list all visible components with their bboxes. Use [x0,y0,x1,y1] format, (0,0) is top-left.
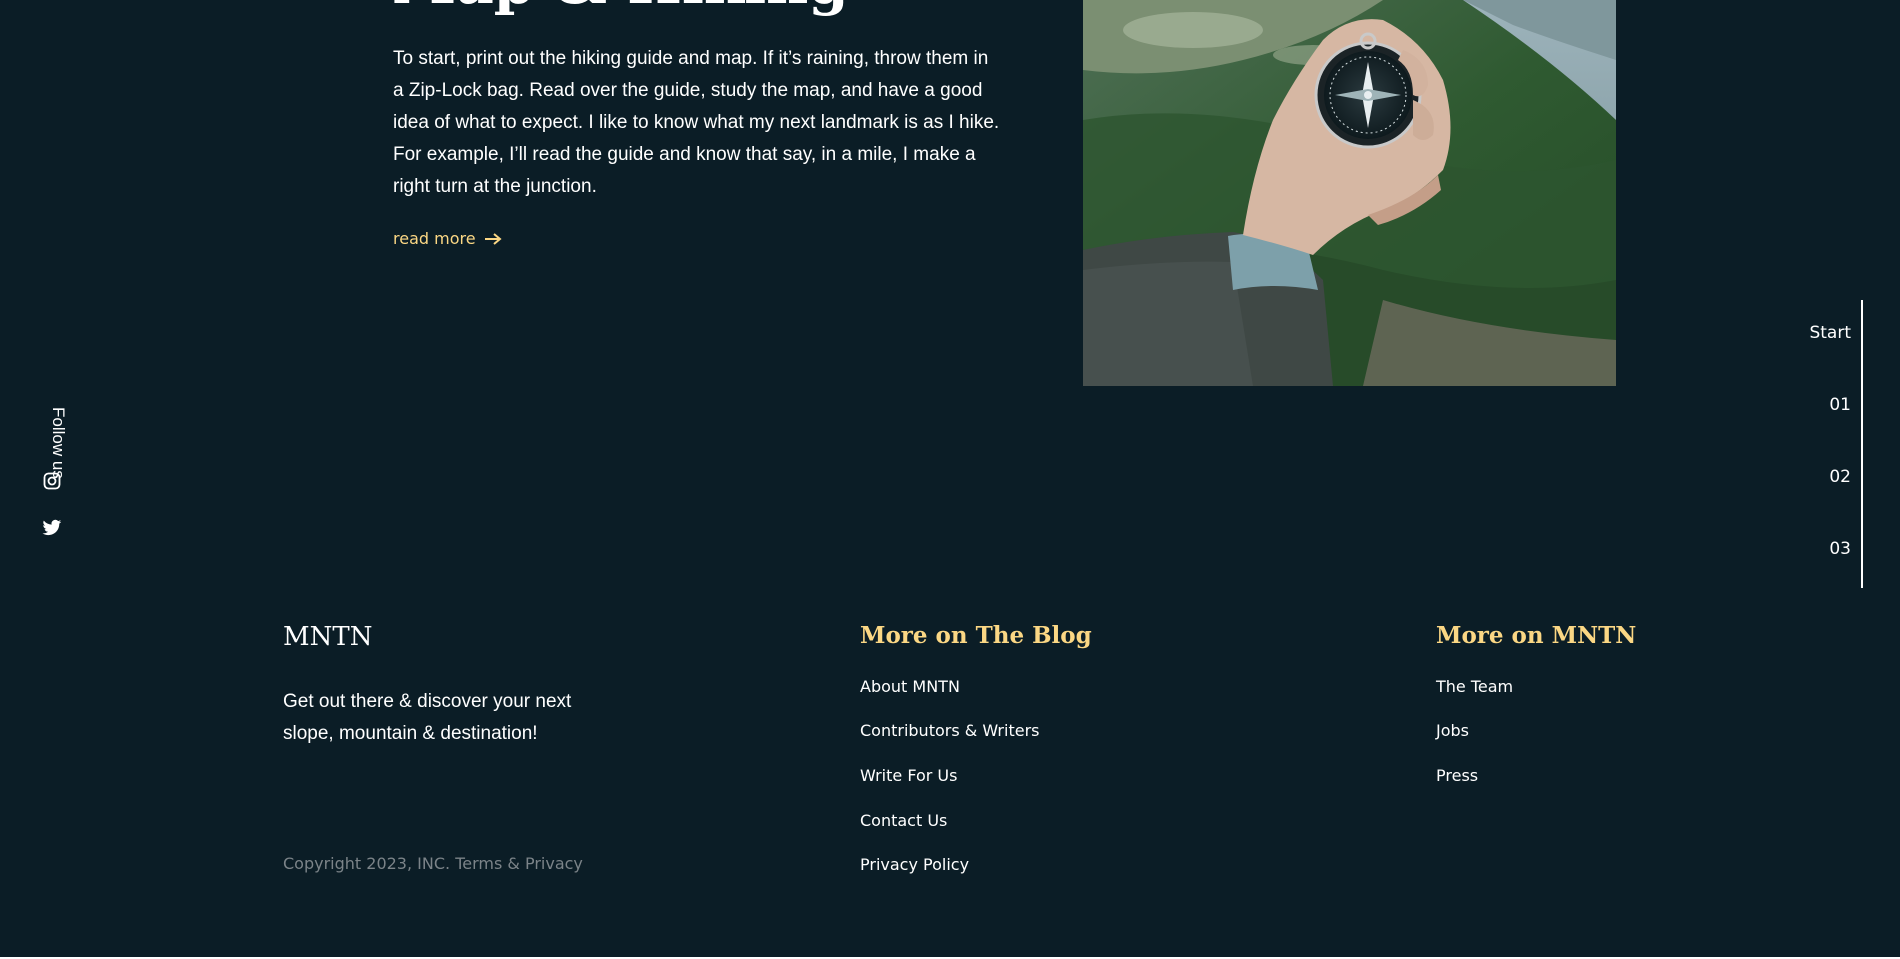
article-heading: Map & Hiking [392,0,849,12]
article-photo [1083,0,1616,386]
twitter-icon[interactable] [42,518,62,538]
footer-link-contact-us[interactable]: Contact Us [860,811,947,830]
footer-link-write-for-us[interactable]: Write For Us [860,766,957,785]
arrow-right-icon [484,232,502,245]
footer-link-jobs[interactable]: Jobs [1436,721,1469,740]
footer-link-press[interactable]: Press [1436,766,1478,785]
footer-blog-heading: More on The Blog [860,622,1092,649]
footer-tagline: Get out there & discover your next slope… [283,691,572,744]
slider-item-start[interactable]: Start [1809,323,1851,343]
footer-link-privacy-policy[interactable]: Privacy Policy [860,855,969,874]
footer-copyright: Copyright 2023, INC. Terms & Privacy [283,854,583,873]
footer-mntn-heading: More on MNTN [1436,622,1637,649]
slider-item-03[interactable]: 03 [1829,539,1851,559]
footer-link-contributors[interactable]: Contributors & Writers [860,721,1039,740]
footer-link-the-team[interactable]: The Team [1436,677,1513,696]
slider-progress-line [1861,300,1863,588]
slider-item-01[interactable]: 01 [1829,395,1851,415]
slider-item-02[interactable]: 02 [1829,467,1851,487]
article-body: To start, print out the hiking guide and… [393,48,1000,197]
footer-logo[interactable]: MNTN [283,622,372,652]
read-more-link[interactable]: read more [393,229,502,248]
footer-link-about-mntn[interactable]: About MNTN [860,677,960,696]
read-more-label: read more [393,229,476,248]
instagram-icon[interactable] [42,471,62,491]
